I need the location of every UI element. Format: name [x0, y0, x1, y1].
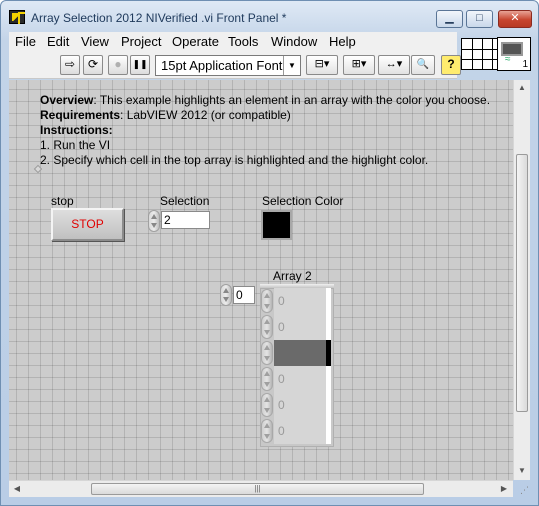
element-increment-decrement[interactable] — [261, 341, 273, 365]
font-ring-value: 15pt Application Font — [161, 58, 283, 73]
array-element-value[interactable]: 0 — [274, 288, 331, 314]
menu-project[interactable]: Project — [121, 34, 161, 49]
scroll-down-icon[interactable]: ▼ — [514, 463, 530, 479]
element-increment-decrement[interactable] — [261, 393, 273, 417]
selection-increment-decrement[interactable] — [148, 210, 160, 232]
array-element-value[interactable]: 0 — [274, 314, 331, 340]
close-button[interactable]: ✕ — [498, 10, 532, 28]
scroll-left-icon[interactable]: ◀ — [9, 481, 25, 497]
selection-color-label: Selection Color — [262, 194, 344, 208]
increment-arrow-icon — [151, 214, 157, 219]
array-index-increment-decrement[interactable] — [220, 284, 232, 306]
run-continuously-icon[interactable]: ⟳ — [83, 55, 103, 75]
vi-icon-number: 1 — [522, 59, 528, 70]
array-element[interactable]: 0 — [261, 366, 333, 392]
resize-objects-icon[interactable]: ↔▾ — [378, 55, 410, 75]
vi-icon-glyph: ≈ — [505, 54, 511, 65]
element-increment-decrement[interactable] — [261, 419, 273, 443]
requirements-text: : LabVIEW 2012 (or compatible) — [120, 108, 291, 122]
vi-icon[interactable]: ≈ 1 — [497, 37, 531, 71]
text-settings-dropdown[interactable]: 15pt Application Font ▼ — [155, 55, 301, 76]
resize-grip-icon[interactable]: ⋰ — [515, 483, 529, 497]
array-index-input[interactable]: 0 — [233, 286, 255, 304]
stop-label: stop — [51, 194, 74, 208]
instructions-colon: : — [108, 123, 113, 137]
toolbar: ⇨ ⟳ ● ❚❚ 15pt Application Font ▼ ⊟▾ ⊞▾ ↔… — [9, 52, 461, 79]
array-element-value[interactable]: 0 — [274, 418, 331, 444]
menu-window[interactable]: Window — [271, 34, 317, 49]
instructions-label: Instructions — [40, 123, 109, 137]
increment-arrow-icon — [223, 288, 229, 293]
menu-edit[interactable]: Edit — [47, 34, 69, 49]
instruction-step-1: 1. Run the VI — [40, 138, 111, 152]
array-element-value[interactable]: 0 — [274, 392, 331, 418]
labview-window: Array Selection 2012 NIVerified .vi Fron… — [0, 0, 539, 506]
array-element-value[interactable] — [274, 340, 331, 366]
element-increment-decrement[interactable] — [261, 367, 273, 391]
selection-color-box[interactable] — [261, 210, 292, 240]
selection-input[interactable]: 2 — [161, 211, 210, 229]
stop-button[interactable]: STOP — [51, 208, 124, 241]
array-element[interactable]: 0 — [261, 314, 333, 340]
array-element-highlighted[interactable] — [261, 340, 333, 366]
overview-text: : This example highlights an element in … — [93, 93, 491, 107]
distribute-objects-icon[interactable]: ⊞▾ — [343, 55, 375, 75]
menu-tools[interactable]: Tools — [228, 34, 258, 49]
array-element-value[interactable]: 0 — [274, 366, 331, 392]
pause-icon[interactable]: ❚❚ — [130, 55, 150, 75]
menu-bar: File Edit View Project Operate Tools Win… — [9, 32, 457, 52]
array-element[interactable]: 0 — [261, 392, 333, 418]
overview-label: Overview — [40, 93, 94, 107]
requirements-label: Requirements — [40, 108, 121, 122]
element-increment-decrement[interactable] — [261, 289, 273, 313]
run-arrow-icon[interactable]: ⇨ — [60, 55, 80, 75]
array-element[interactable]: 0 — [261, 288, 333, 314]
description-text: Overview: This example highlights an ele… — [40, 93, 510, 168]
horizontal-scroll-thumb[interactable]: ||| — [91, 483, 424, 495]
menu-help[interactable]: Help — [329, 34, 356, 49]
minimize-button[interactable]: ▁ — [436, 10, 463, 28]
menu-view[interactable]: View — [81, 34, 109, 49]
decrement-arrow-icon — [151, 223, 157, 228]
scroll-up-icon[interactable]: ▲ — [514, 80, 530, 96]
abort-icon[interactable]: ● — [108, 55, 128, 75]
vertical-scroll-thumb[interactable] — [516, 154, 528, 412]
menu-operate[interactable]: Operate — [172, 34, 219, 49]
labview-app-icon[interactable] — [9, 10, 25, 24]
window-title: Array Selection 2012 NIVerified .vi Fron… — [31, 11, 287, 25]
horizontal-scrollbar[interactable]: ◀ ||| ▶ — [9, 480, 513, 497]
maximize-button[interactable]: □ — [466, 10, 493, 28]
array-label: Array 2 — [273, 269, 312, 283]
vertical-scrollbar[interactable]: ▲ ▼ — [513, 80, 530, 480]
instruction-step-2: 2. Specify which cell in the top array i… — [40, 153, 429, 167]
title-bar: Array Selection 2012 NIVerified .vi Fron… — [1, 1, 538, 31]
scroll-right-icon[interactable]: ▶ — [496, 481, 512, 497]
menu-file[interactable]: File — [15, 34, 36, 49]
decrement-arrow-icon — [223, 297, 229, 302]
align-objects-icon[interactable]: ⊟▾ — [306, 55, 338, 75]
selection-label: Selection — [160, 194, 210, 208]
context-help-icon[interactable]: ? — [441, 55, 461, 75]
element-increment-decrement[interactable] — [261, 315, 273, 339]
reorder-and-search-icon[interactable]: 🔍 — [411, 55, 435, 75]
chevron-down-icon: ▼ — [283, 56, 300, 75]
array-element[interactable]: 0 — [261, 418, 333, 444]
front-panel[interactable]: Overview: This example highlights an ele… — [9, 80, 513, 480]
